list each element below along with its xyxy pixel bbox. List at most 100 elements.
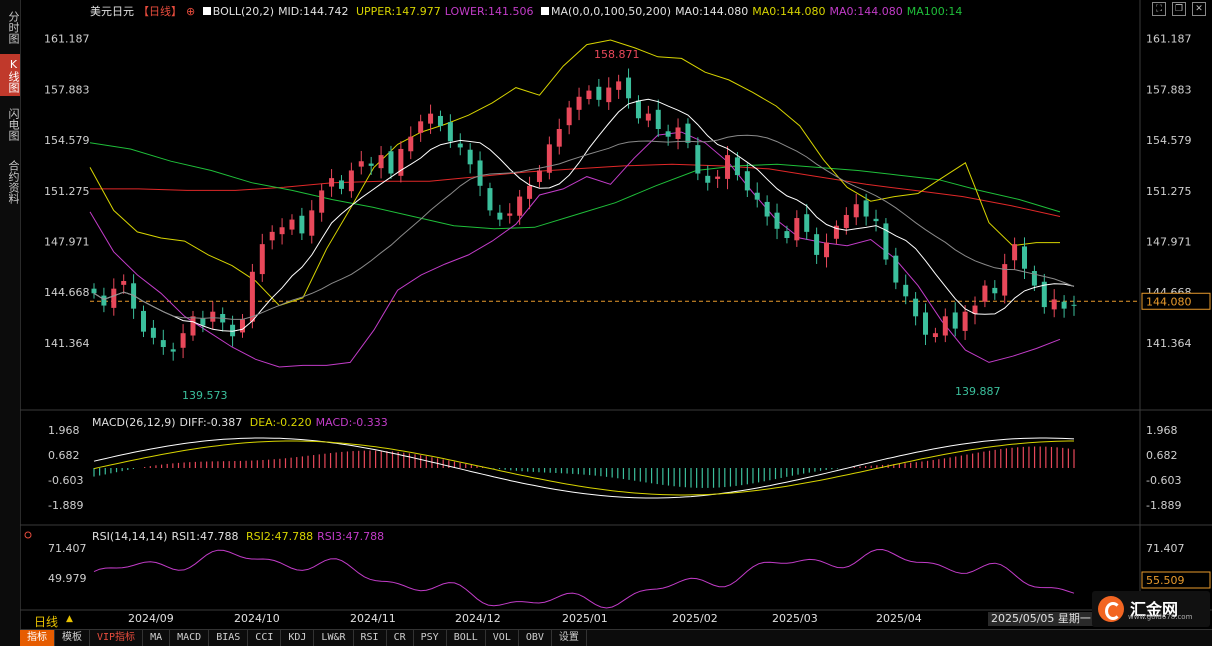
rsi1: RSI1:47.788 bbox=[171, 530, 239, 543]
indicator-tab-4[interactable]: MACD bbox=[170, 630, 210, 646]
rsi2: RSI2:47.788 bbox=[246, 530, 314, 543]
restore-icon[interactable]: ❐ bbox=[1172, 2, 1186, 16]
ma0-b: MA0:144.080 bbox=[752, 5, 826, 18]
current-price-label: 144.080 bbox=[1146, 295, 1192, 308]
macd-value: MACD:-0.333 bbox=[315, 416, 388, 429]
indicator-tab-5[interactable]: BIAS bbox=[209, 630, 249, 646]
left-price-tick-5: 144.668 bbox=[44, 286, 90, 299]
period-label[interactable]: 日线 bbox=[34, 613, 58, 630]
candle-body-30 bbox=[388, 151, 394, 174]
candle-body-5 bbox=[140, 310, 146, 332]
candle-body-50 bbox=[586, 90, 592, 100]
candle-body-77 bbox=[853, 204, 859, 218]
candle-body-69 bbox=[774, 212, 780, 229]
candle-body-51 bbox=[596, 86, 602, 100]
indicator-tab-1[interactable]: 模板 bbox=[55, 630, 90, 646]
candle-body-66 bbox=[744, 171, 750, 191]
candle-body-90 bbox=[982, 285, 988, 302]
high-annotation: 158.871 bbox=[594, 48, 640, 61]
indicator-tab-2[interactable]: VIP指标 bbox=[90, 630, 144, 646]
boll-upper: UPPER:147.977 bbox=[355, 5, 441, 18]
period-badge: 【日线】 bbox=[138, 5, 182, 18]
indicator-tab-7[interactable]: KDJ bbox=[281, 630, 315, 646]
ma-params: MA(0,0,0,100,50,200) bbox=[550, 5, 672, 18]
right-rsi-tick-0: 71.407 bbox=[1146, 542, 1185, 555]
indicator-tab-14[interactable]: OBV bbox=[519, 630, 552, 646]
candle-body-67 bbox=[754, 192, 760, 200]
left-macd-tick-0: 1.968 bbox=[48, 424, 80, 437]
candle-body-83 bbox=[913, 298, 919, 317]
window-controls: ⛶ ❐ ✕ bbox=[1152, 2, 1206, 16]
ma0-a: MA0:144.080 bbox=[675, 5, 749, 18]
low1-annotation: 139.573 bbox=[182, 389, 228, 402]
x-axis-label-1: 2024/10 bbox=[234, 612, 280, 625]
logo: 汇金网 www.gold678.com bbox=[1092, 591, 1210, 627]
indicator-tab-0[interactable]: 指标 bbox=[20, 630, 55, 646]
right-macd-tick-2: -0.603 bbox=[1146, 474, 1181, 487]
indicator-tab-15[interactable]: 设置 bbox=[552, 630, 587, 646]
close-icon[interactable]: ✕ bbox=[1192, 2, 1206, 16]
candle-body-70 bbox=[784, 231, 790, 239]
fullscreen-icon[interactable]: ⛶ bbox=[1152, 2, 1166, 16]
indicator-tab-8[interactable]: LW&R bbox=[314, 630, 354, 646]
rsi-name: RSI(14,14,14) bbox=[92, 530, 168, 543]
x-axis-label-0: 2024/09 bbox=[128, 612, 174, 625]
left-price-tick-6: 141.364 bbox=[44, 337, 90, 350]
candle-body-39 bbox=[477, 160, 483, 186]
indicator-tab-6[interactable]: CCI bbox=[248, 630, 282, 646]
candle-body-10 bbox=[190, 316, 196, 336]
candle-body-82 bbox=[903, 284, 909, 297]
candle-body-60 bbox=[685, 123, 691, 143]
candle-body-71 bbox=[794, 218, 800, 241]
candle-body-86 bbox=[942, 316, 948, 336]
right-price-tick-2: 154.579 bbox=[1146, 134, 1192, 147]
indicator-tab-9[interactable]: RSI bbox=[354, 630, 387, 646]
logo-mark-icon bbox=[1098, 596, 1124, 622]
left-price-tick-0: 161.187 bbox=[44, 33, 90, 46]
candle-body-97 bbox=[1051, 299, 1057, 310]
logo-url: www.gold678.com bbox=[1128, 613, 1193, 621]
candle-body-80 bbox=[883, 223, 889, 260]
indicator-tab-3[interactable]: MA bbox=[143, 630, 171, 646]
x-axis-label-6: 2025/03 bbox=[772, 612, 818, 625]
indicator-tab-10[interactable]: CR bbox=[387, 630, 414, 646]
candle-body-44 bbox=[527, 185, 533, 199]
candle-body-21 bbox=[299, 215, 305, 234]
period-up-arrow-icon[interactable]: ▲ bbox=[66, 614, 73, 624]
candle-body-58 bbox=[665, 131, 671, 137]
rsi-line bbox=[93, 548, 1075, 609]
macd-dea: DEA:-0.220 bbox=[249, 416, 312, 429]
ma50-line bbox=[93, 134, 1075, 320]
candle-body-25 bbox=[338, 180, 344, 189]
candle-body-33 bbox=[418, 121, 424, 133]
candle-body-36 bbox=[447, 122, 453, 142]
indicator-tab-12[interactable]: BOLL bbox=[447, 630, 486, 646]
crosshair-icon[interactable]: ⊕ bbox=[186, 5, 195, 18]
candle-body-23 bbox=[319, 190, 325, 213]
boll-mid: MID:144.742 bbox=[278, 5, 349, 18]
indicator-tab-13[interactable]: VOL bbox=[486, 630, 519, 646]
left-price-tick-3: 151.275 bbox=[44, 185, 90, 198]
left-price-tick-1: 157.883 bbox=[44, 83, 90, 96]
candle-body-62 bbox=[705, 175, 711, 183]
x-axis-label-2: 2024/11 bbox=[350, 612, 396, 625]
candle-body-42 bbox=[507, 213, 513, 216]
candle-body-64 bbox=[725, 155, 731, 179]
right-price-tick-0: 161.187 bbox=[1146, 33, 1192, 46]
candle-body-91 bbox=[992, 287, 998, 294]
x-axis-label-7: 2025/04 bbox=[876, 612, 922, 625]
candle-body-3 bbox=[121, 280, 127, 285]
rsi-legend: RSI(14,14,14) RSI1:47.788 RSI2:47.788 RSI3… bbox=[92, 530, 388, 543]
candle-body-9 bbox=[180, 333, 186, 348]
candle-body-73 bbox=[814, 234, 820, 255]
right-macd-tick-1: 0.682 bbox=[1146, 449, 1178, 462]
boll-lower: LOWER:141.506 bbox=[444, 5, 534, 18]
indicator-tab-11[interactable]: PSY bbox=[414, 630, 447, 646]
candle-body-76 bbox=[843, 214, 849, 229]
boll-mid-line bbox=[93, 98, 1075, 332]
candle-body-99 bbox=[1071, 304, 1077, 306]
rsi-settings-icon bbox=[24, 531, 32, 539]
candle-body-59 bbox=[675, 127, 681, 139]
candle-body-19 bbox=[279, 227, 285, 235]
x-axis-label-4: 2025/01 bbox=[562, 612, 608, 625]
